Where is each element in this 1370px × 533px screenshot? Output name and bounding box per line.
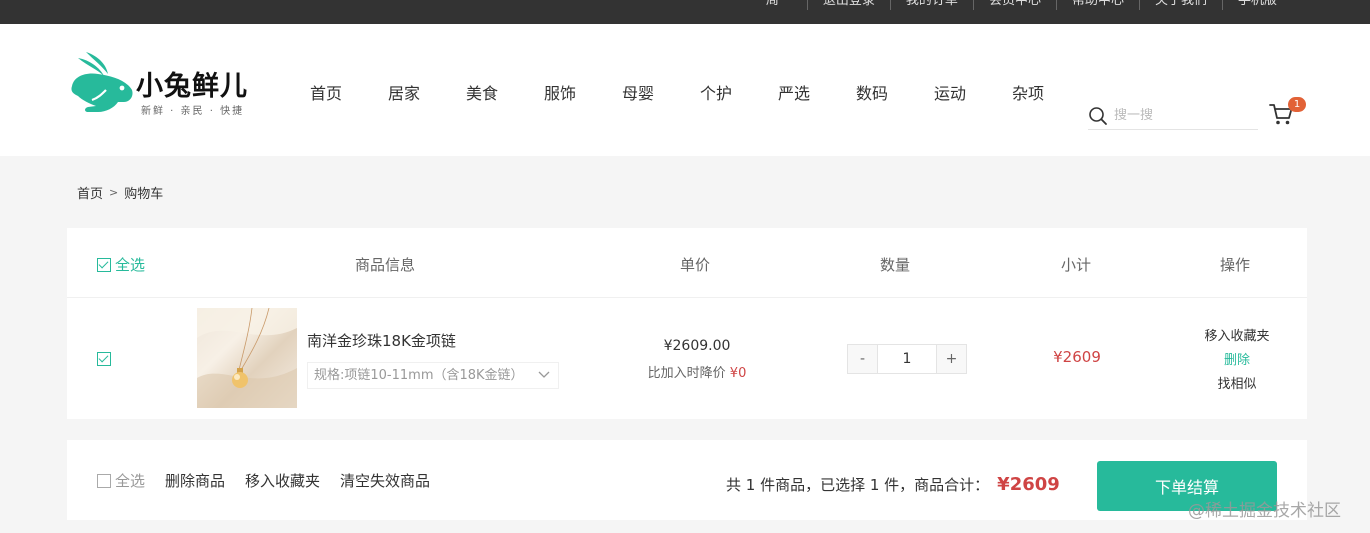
col-header-subtotal: 小计 [1061,256,1092,274]
top-bar-links: 周一 退出登录 我的订单 会员中心 帮助中心 关于我们 手机版 [751,0,1292,10]
nav-item-personal-care[interactable]: 个护 [677,80,755,104]
select-all-label: 全选 [115,256,146,274]
top-link-member[interactable]: 会员中心 [972,0,1056,10]
move-to-favorites-button[interactable]: 移入收藏夹 [245,470,320,491]
top-link-logout[interactable]: 退出登录 [806,0,890,10]
chevron-down-icon [538,363,550,397]
nav-item-misc[interactable]: 杂项 [989,80,1067,104]
brand-name: 小兔鲜儿 [136,71,248,102]
site-header: 小兔鲜儿 新鲜 · 亲民 · 快捷 首页 居家 美食 服饰 母婴 个护 严选 数… [0,24,1370,156]
table-row: 南洋金珍珠18K金项链 规格:项链10-11mm（含18K金链） ¥2609.0… [67,298,1307,418]
top-link-mobile[interactable]: 手机版 [1221,0,1292,10]
pearl-necklace-image [197,308,297,408]
top-link-orders[interactable]: 我的订单 [889,0,973,10]
price-drop-label: 比加入时降价 [647,366,726,381]
top-bar: 周一 退出登录 我的订单 会员中心 帮助中心 关于我们 手机版 [0,0,1370,24]
item-subtotal: ¥2609 [1053,348,1101,366]
quantity-increase-button[interactable]: + [937,345,966,373]
cart-count-badge: 1 [1288,97,1306,112]
select-all-checkbox[interactable]: 全选 [97,254,145,275]
nav-item-sports[interactable]: 运动 [911,80,989,104]
col-header-quantity: 数量 [880,256,911,274]
cart-total-price: ¥2609 [997,474,1060,495]
product-spec-select[interactable]: 规格:项链10-11mm（含18K金链） [307,362,559,389]
breadcrumb: 首页 > 购物车 [77,183,163,202]
cart-action-bar: 全选 删除商品 移入收藏夹 清空失效商品 共 1 件商品，已选择 1 件，商品合… [67,440,1307,520]
delete-items-button[interactable]: 删除商品 [165,470,225,491]
col-header-actions: 操作 [1220,256,1251,274]
top-link-about[interactable]: 关于我们 [1138,0,1222,10]
nav-item-home-living[interactable]: 居家 [365,80,443,104]
item-actions: 移入收藏夹 删除 找相似 [1177,325,1297,397]
search-box [1088,102,1258,130]
product-name[interactable]: 南洋金珍珠18K金项链 [307,330,456,351]
breadcrumb-current: 购物车 [124,187,164,202]
nav-item-home[interactable]: 首页 [287,80,365,104]
quantity-value[interactable]: 1 [877,345,937,373]
logo[interactable]: 小兔鲜儿 新鲜 · 亲民 · 快捷 [68,50,268,120]
nav-item-digital[interactable]: 数码 [833,80,911,104]
col-header-product: 商品信息 [355,256,416,274]
product-thumbnail[interactable] [197,308,297,408]
watermark: @稀土掘金技术社区 [1188,501,1341,521]
clear-invalid-items-button[interactable]: 清空失效商品 [340,470,430,491]
move-to-favorites-link[interactable]: 移入收藏夹 [1177,325,1297,349]
search-input[interactable] [1114,108,1254,123]
bulk-actions: 全选 删除商品 移入收藏夹 清空失效商品 [97,470,450,491]
brand-slogan: 新鲜 · 亲民 · 快捷 [141,106,245,117]
nav-item-selection[interactable]: 严选 [755,80,833,104]
nav-item-food[interactable]: 美食 [443,80,521,104]
col-header-price: 单价 [680,256,711,274]
cart-button[interactable]: 1 [1268,97,1308,131]
price-drop-note: 比加入时降价 ¥0 [627,362,767,381]
product-spec-text: 规格:项链10-11mm（含18K金链） [314,368,524,383]
checkbox-checked-icon [97,257,111,272]
top-link-help[interactable]: 帮助中心 [1055,0,1139,10]
search-icon[interactable] [1088,106,1108,126]
cart-table: 全选 商品信息 单价 数量 小计 操作 南洋金珍珠18K金项链 规格:项链10-… [67,228,1307,419]
bottom-select-all-label: 全选 [115,472,146,490]
cart-table-header: 全选 商品信息 单价 数量 小计 操作 [67,228,1307,298]
item-checkbox[interactable] [97,352,111,366]
breadcrumb-home[interactable]: 首页 [77,183,103,202]
checkbox-unchecked-icon [97,473,111,488]
cart-summary-text: 共 1 件商品，已选择 1 件，商品合计： [726,476,990,494]
nav-item-apparel[interactable]: 服饰 [521,80,599,104]
breadcrumb-separator: > [109,186,119,199]
delete-item-link[interactable]: 删除 [1177,349,1297,373]
quantity-stepper: - 1 + [847,344,967,374]
price-drop-value: ¥0 [729,366,747,381]
top-link-user[interactable]: 周一 [751,0,807,10]
bottom-select-all-checkbox[interactable]: 全选 [97,470,145,491]
find-similar-link[interactable]: 找相似 [1177,373,1297,397]
nav-item-baby[interactable]: 母婴 [599,80,677,104]
main-nav: 首页 居家 美食 服饰 母婴 个护 严选 数码 运动 杂项 [287,80,1067,104]
unit-price: ¥2609.00 [663,338,731,354]
cart-summary: 共 1 件商品，已选择 1 件，商品合计： ¥2609 [726,474,1060,495]
quantity-decrease-button[interactable]: - [848,345,877,373]
rabbit-logo-icon [71,52,133,112]
